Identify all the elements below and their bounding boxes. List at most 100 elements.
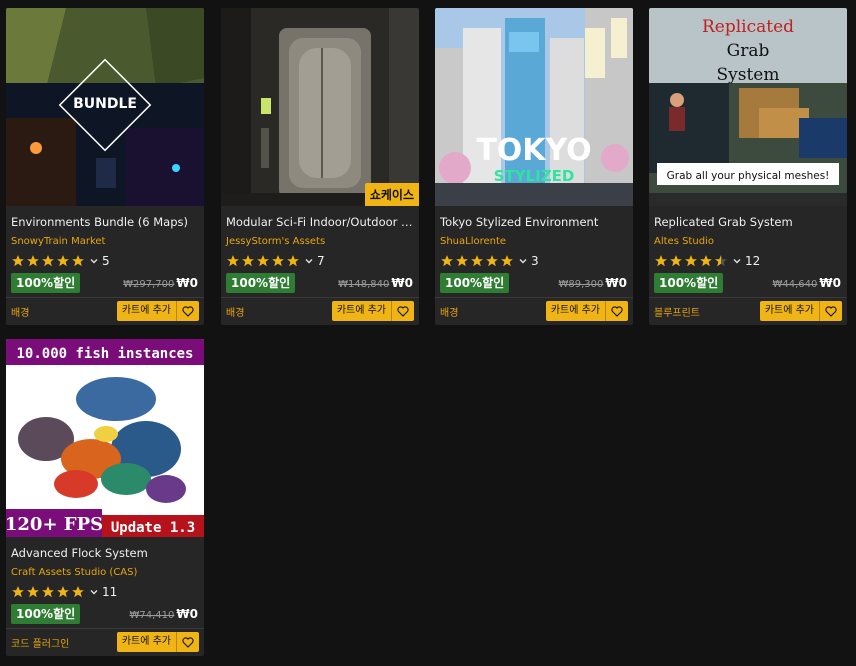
star-icon [655, 255, 667, 267]
product-card[interactable]: BUNDLE Environments Bundle (6 Maps) Snow… [6, 8, 204, 325]
category-link[interactable]: 배경 [11, 304, 29, 319]
star-half-icon [715, 255, 727, 267]
rating[interactable]: 5 [11, 253, 110, 269]
add-to-cart-button[interactable]: 카트에 추가 [116, 301, 177, 321]
add-to-cart-button[interactable]: 카트에 추가 [116, 632, 177, 652]
chevron-down-icon [519, 259, 527, 264]
wishlist-button[interactable] [177, 632, 199, 652]
original-price: ₩148,840 [338, 279, 390, 290]
divider [435, 297, 633, 298]
sale-price: ₩0 [391, 276, 413, 290]
chevron-down-icon [90, 259, 98, 264]
rating-count: 3 [531, 254, 539, 268]
thumb-top-text: 10.000 fish instances [16, 346, 193, 362]
price: ₩44,640 ₩0 [773, 276, 841, 290]
seller-link[interactable]: Altes Studio [654, 236, 714, 247]
seller-link[interactable]: SnowyTrain Market [11, 236, 105, 247]
heart-icon [182, 636, 194, 648]
product-title[interactable]: Environments Bundle (6 Maps) [11, 215, 199, 229]
add-to-cart-button[interactable]: 카트에 추가 [759, 301, 820, 321]
product-thumbnail[interactable]: Replicated Grab System Grab all your phy… [649, 8, 847, 206]
category-link[interactable]: 블루프린트 [654, 304, 700, 319]
sale-price: ₩0 [176, 607, 198, 621]
product-card[interactable]: TOKYO STYLIZED Tokyo Stylized Environmen… [435, 8, 633, 325]
seller-link[interactable]: JessyStorm's Assets [226, 236, 325, 247]
showcase-badge: 쇼케이스 [364, 183, 419, 206]
rating[interactable]: 12 [654, 253, 760, 269]
cart-actions: 카트에 추가 [116, 301, 199, 321]
original-price: ₩297,700 [123, 279, 175, 290]
star-icon [501, 255, 513, 267]
original-price: ₩44,640 [772, 279, 818, 290]
cart-actions: 카트에 추가 [331, 301, 414, 321]
sale-price: ₩0 [605, 276, 627, 290]
product-title[interactable]: Tokyo Stylized Environment [440, 215, 628, 229]
category-link[interactable]: 배경 [440, 304, 458, 319]
product-card[interactable]: 쇼케이스 Modular Sci-Fi Indoor/Outdoor e... … [221, 8, 419, 325]
add-to-cart-button[interactable]: 카트에 추가 [545, 301, 606, 321]
star-icon [72, 255, 84, 267]
category-link[interactable]: 코드 플러그인 [11, 635, 69, 650]
star-rating [11, 254, 86, 268]
add-to-cart-button[interactable]: 카트에 추가 [331, 301, 392, 321]
thumb-text: TOKYO [476, 133, 591, 168]
star-icon [456, 255, 468, 267]
product-card[interactable]: Replicated Grab System Grab all your phy… [649, 8, 847, 325]
price: ₩89,300 ₩0 [559, 276, 627, 290]
wishlist-button[interactable] [177, 301, 199, 321]
heart-icon [825, 305, 837, 317]
rating-count: 11 [102, 585, 118, 599]
product-thumbnail[interactable]: BUNDLE [6, 8, 204, 206]
discount-badge: 100%할인 [440, 273, 510, 293]
discount-badge: 100%할인 [654, 273, 724, 293]
star-icon [72, 586, 84, 598]
star-icon [670, 255, 682, 267]
chevron-down-icon [733, 259, 741, 264]
star-icon [242, 255, 254, 267]
thumb-title-line3: System [717, 65, 780, 85]
divider [6, 297, 204, 298]
discount-badge: 100%할인 [11, 604, 81, 624]
star-icon [685, 255, 697, 267]
wishlist-button[interactable] [606, 301, 628, 321]
divider [221, 297, 419, 298]
rating[interactable]: 7 [226, 253, 325, 269]
cart-actions: 카트에 추가 [116, 632, 199, 652]
product-card[interactable]: 10.000 fish instances 120+ FPS Update 1.… [6, 339, 204, 656]
star-icon [12, 255, 24, 267]
product-title[interactable]: Advanced Flock System [11, 546, 199, 560]
product-title[interactable]: Modular Sci-Fi Indoor/Outdoor e... [226, 215, 414, 229]
thumb-title-line2: Grab [727, 41, 770, 61]
thumb-update-text: Update 1.3 [111, 520, 195, 536]
star-icon [700, 255, 712, 267]
sale-price: ₩0 [176, 276, 198, 290]
star-icon [257, 255, 269, 267]
rating[interactable]: 3 [440, 253, 539, 269]
wishlist-button[interactable] [820, 301, 842, 321]
thumb-fps-text: 120+ FPS [6, 514, 103, 535]
star-icon [287, 255, 299, 267]
product-thumbnail[interactable]: 10.000 fish instances 120+ FPS Update 1.… [6, 339, 204, 537]
seller-link[interactable]: Craft Assets Studio (CAS) [11, 567, 137, 578]
seller-link[interactable]: ShuaLlorente [440, 236, 506, 247]
heart-icon [397, 305, 409, 317]
chevron-down-icon [90, 590, 98, 595]
product-title[interactable]: Replicated Grab System [654, 215, 842, 229]
cart-actions: 카트에 추가 [759, 301, 842, 321]
star-icon [57, 255, 69, 267]
product-thumbnail[interactable]: 쇼케이스 [221, 8, 419, 206]
discount-badge: 100%할인 [226, 273, 296, 293]
thumb-title-line1: Replicated [702, 17, 794, 37]
star-icon [486, 255, 498, 267]
star-rating [440, 254, 515, 268]
rating[interactable]: 11 [11, 584, 117, 600]
product-thumbnail[interactable]: TOKYO STYLIZED [435, 8, 633, 206]
star-icon [42, 586, 54, 598]
star-icon [27, 586, 39, 598]
discount-badge: 100%할인 [11, 273, 81, 293]
sale-price: ₩0 [819, 276, 841, 290]
wishlist-button[interactable] [392, 301, 414, 321]
category-link[interactable]: 배경 [226, 304, 244, 319]
star-rating [226, 254, 301, 268]
price: ₩148,840 ₩0 [338, 276, 413, 290]
